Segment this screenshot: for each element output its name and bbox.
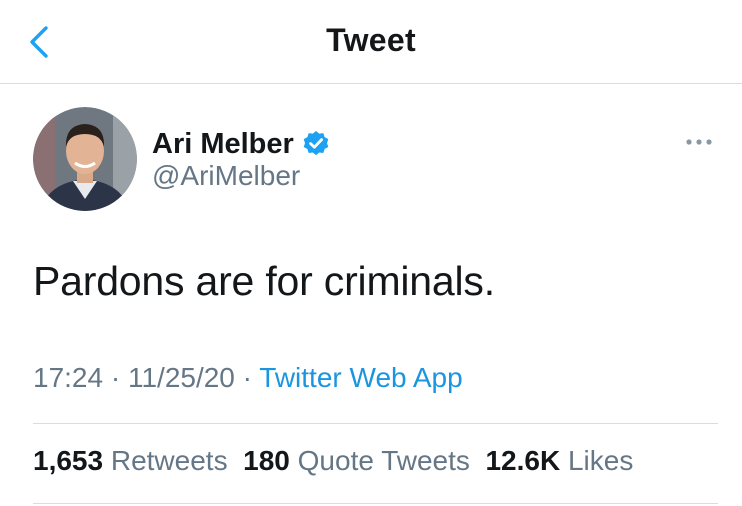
more-dots-icon[interactable]: [684, 132, 714, 152]
retweets-count: 1,653: [33, 445, 104, 476]
retweets-label: Retweets: [110, 445, 228, 476]
avatar[interactable]: [33, 107, 137, 211]
author-name-row: Ari Melber: [152, 124, 330, 164]
tweet-time: 17:24: [33, 362, 104, 393]
likes-stat[interactable]: 12.6K Likes: [485, 445, 633, 476]
engagement-stats: 1,653 Retweets 180 Quote Tweets 12.6K Li…: [33, 445, 633, 477]
quote-tweets-count: 180: [243, 445, 290, 476]
tweet-date: 11/25/20: [127, 362, 235, 393]
verified-badge-icon: [303, 131, 329, 156]
divider: [33, 423, 718, 424]
retweets-stat[interactable]: 1,653 Retweets: [33, 445, 228, 476]
tweet-text: Pardons are for criminals.: [33, 258, 495, 304]
likes-count: 12.6K: [485, 445, 561, 476]
separator-dot: ·: [103, 362, 128, 393]
top-nav-bar: Tweet: [0, 0, 742, 84]
divider: [33, 503, 718, 504]
quote-tweets-label: Quote Tweets: [297, 445, 470, 476]
page-title: Tweet: [326, 22, 416, 58]
separator-dot: ·: [234, 362, 260, 393]
tweet-source-link[interactable]: Twitter Web App: [259, 362, 462, 393]
quote-tweets-stat[interactable]: 180 Quote Tweets: [243, 445, 470, 476]
likes-label: Likes: [567, 445, 634, 476]
author-handle[interactable]: @AriMelber: [152, 160, 300, 192]
tweet-metadata: 17:24 · 11/25/20 · Twitter Web App: [33, 362, 463, 394]
author-name[interactable]: Ari Melber: [152, 128, 294, 161]
